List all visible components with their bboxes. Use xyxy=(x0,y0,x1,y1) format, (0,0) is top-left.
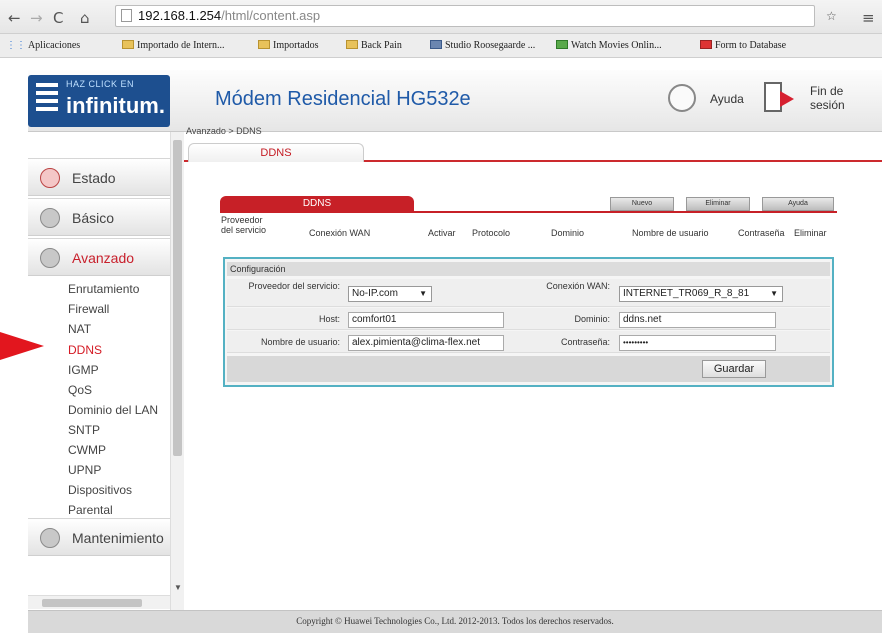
col-conexion-wan: Conexión WAN xyxy=(309,228,371,238)
sidebar-section-basico[interactable]: Básico xyxy=(28,198,170,236)
wan-label: Conexión WAN: xyxy=(546,281,610,291)
username-label: Nombre de usuario: xyxy=(260,337,340,347)
panel-underline xyxy=(220,211,837,213)
help-small-button[interactable]: Ayuda xyxy=(762,197,834,211)
dropdown-arrow-icon: ▼ xyxy=(419,289,427,298)
col-proveedor: Proveedor del servicio xyxy=(221,215,267,235)
status-icon xyxy=(40,168,60,188)
url-path: /html/content.asp xyxy=(221,8,321,23)
gear-icon xyxy=(40,208,60,228)
address-bar[interactable]: 192.168.1.254/html/content.asp xyxy=(115,5,815,27)
sidebar-section-mantenimiento[interactable]: Mantenimiento xyxy=(28,518,170,556)
sidebar-hscrollbar[interactable] xyxy=(28,595,170,609)
scroll-down-icon[interactable]: ▼ xyxy=(174,583,182,592)
sidebar-item-nat[interactable]: NAT xyxy=(68,322,91,336)
help-icon xyxy=(668,84,696,112)
config-title: Configuración xyxy=(227,262,830,276)
forward-icon[interactable]: → xyxy=(30,9,43,27)
sidebar-item-firewall[interactable]: Firewall xyxy=(68,302,109,316)
bookmarks-bar: ⋮⋮ Aplicaciones Importado de Intern... I… xyxy=(0,34,882,58)
host-label: Host: xyxy=(318,314,340,324)
bookmark-item[interactable]: Importado de Intern... xyxy=(122,40,224,51)
username-input[interactable]: alex.pimienta@clima-flex.net xyxy=(348,335,504,351)
password-label: Contraseña: xyxy=(560,337,610,347)
menu-icon[interactable]: ≡ xyxy=(862,9,875,27)
wrench-icon xyxy=(40,528,60,548)
sidebar-item-enrutamiento[interactable]: Enrutamiento xyxy=(68,282,139,296)
home-icon[interactable]: ⌂ xyxy=(80,9,90,27)
pointer-arrow-icon xyxy=(0,332,44,360)
bookmark-apps[interactable]: ⋮⋮ Aplicaciones xyxy=(6,40,80,51)
sidebar-item-igmp[interactable]: IGMP xyxy=(68,363,99,377)
sidebar-item-dispositivos[interactable]: Dispositivos xyxy=(68,483,132,497)
wan-select[interactable]: INTERNET_TR069_R_8_81 ▼ xyxy=(619,286,783,302)
provider-select[interactable]: No-IP.com ▼ xyxy=(348,286,432,302)
sidebar-item-ddns[interactable]: DDNS xyxy=(68,343,102,357)
password-input[interactable]: ••••••••• xyxy=(619,335,776,351)
bookmark-item[interactable]: Importados xyxy=(258,40,319,51)
infinitum-logo: HAZ CLICK EN infinitum. xyxy=(28,75,170,127)
url-host: 192.168.1.254 xyxy=(138,8,222,23)
exit-arrow-icon xyxy=(780,91,794,107)
host-input[interactable]: comfort01 xyxy=(348,312,504,328)
scrollbar-thumb[interactable] xyxy=(173,140,182,456)
dropdown-arrow-icon: ▼ xyxy=(770,289,778,298)
sidebar-item-cwmp[interactable]: CWMP xyxy=(68,443,106,457)
sidebar-item-sntp[interactable]: SNTP xyxy=(68,423,100,437)
col-nombre-usuario: Nombre de usuario xyxy=(632,228,709,238)
col-eliminar: Eliminar xyxy=(794,228,827,238)
sidebar-item-qos[interactable]: QoS xyxy=(68,383,92,397)
delete-button[interactable]: Eliminar xyxy=(686,197,750,211)
bookmark-item[interactable]: Studio Roosegaarde ... xyxy=(430,40,535,51)
back-icon[interactable]: ← xyxy=(8,9,21,27)
sidebar-item-dominio-lan[interactable]: Dominio del LAN xyxy=(68,403,158,417)
bookmark-item[interactable]: Back Pain xyxy=(346,40,402,51)
page-title: Módem Residencial HG532e xyxy=(215,88,471,110)
panel-tab-ddns[interactable]: DDNS xyxy=(220,196,414,212)
sidebar-item-upnp[interactable]: UPNP xyxy=(68,463,101,477)
footer-copyright: Copyright © Huawei Technologies Co., Ltd… xyxy=(28,610,882,633)
hscrollbar-thumb[interactable] xyxy=(42,599,142,607)
sidebar-section-avanzado[interactable]: Avanzado xyxy=(28,238,170,276)
col-protocolo: Protocolo xyxy=(472,228,511,238)
tab-ddns[interactable]: DDNS xyxy=(188,143,364,162)
save-button[interactable]: Guardar xyxy=(702,360,766,378)
tools-icon xyxy=(40,248,60,268)
provider-label: Proveedor del servicio: xyxy=(248,281,340,291)
col-activar: Activar xyxy=(428,228,456,238)
col-dominio: Dominio xyxy=(551,228,585,238)
bookmark-item[interactable]: Form to Database xyxy=(700,40,786,51)
col-contrasena: Contraseña xyxy=(738,228,785,238)
star-icon[interactable]: ☆ xyxy=(826,9,837,23)
sidebar-section-estado[interactable]: Estado xyxy=(28,158,170,196)
sidebar-item-parental[interactable]: Parental xyxy=(68,503,113,517)
bookmark-item[interactable]: Watch Movies Onlin... xyxy=(556,40,662,51)
breadcrumb: Avanzado > DDNS xyxy=(186,126,262,136)
domain-input[interactable]: ddns.net xyxy=(619,312,776,328)
sidebar-scrollbar[interactable]: ▼ xyxy=(170,132,184,610)
new-button[interactable]: Nuevo xyxy=(610,197,674,211)
page-icon xyxy=(121,9,132,22)
reload-icon[interactable]: C xyxy=(53,9,63,27)
browser-toolbar: ← → C ⌂ 192.168.1.254/html/content.asp ☆… xyxy=(0,0,882,34)
domain-label: Dominio: xyxy=(574,314,610,324)
